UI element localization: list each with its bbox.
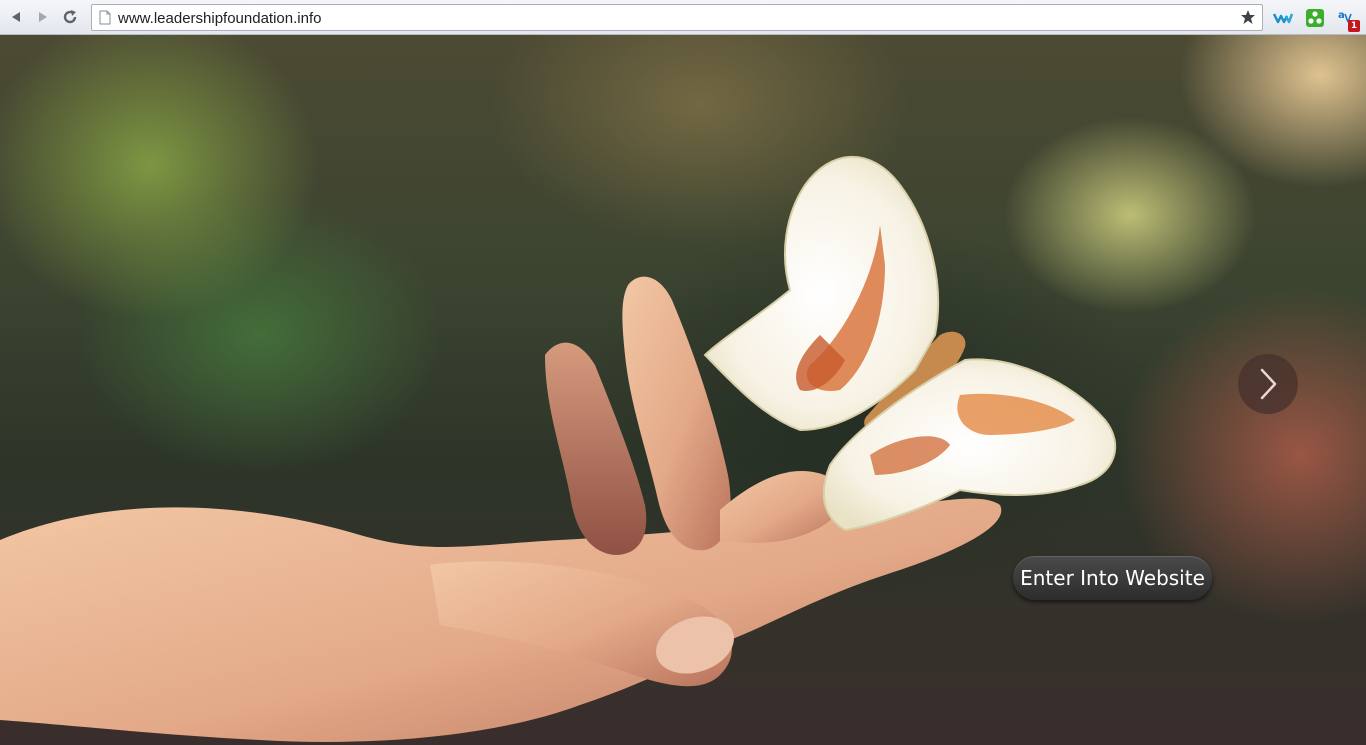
url-text: www.leadershipfoundation.info — [118, 10, 322, 27]
back-button[interactable] — [5, 6, 27, 28]
address-bar[interactable]: www.leadershipfoundation.info — [91, 4, 1263, 31]
extension-badge: 1 — [1348, 20, 1360, 32]
hand-with-butterfly-photo — [0, 155, 1117, 742]
svg-text:a: a — [1338, 10, 1345, 21]
translate-extension-button[interactable]: a 1 — [1336, 7, 1360, 32]
enter-website-button[interactable]: Enter Into Website — [1013, 556, 1212, 600]
back-arrow-icon — [12, 12, 20, 22]
bookmark-star-button[interactable] — [1239, 9, 1257, 27]
browser-toolbar: www.leadershipfoundation.info a 1 — [0, 0, 1366, 35]
green-extension-button[interactable] — [1304, 7, 1326, 29]
slider-next-button[interactable] — [1238, 354, 1298, 414]
star-icon — [1241, 10, 1255, 24]
reload-icon — [63, 10, 77, 24]
reload-button[interactable] — [59, 6, 81, 28]
forward-arrow-icon — [39, 12, 47, 22]
wave-extension-button[interactable] — [1272, 7, 1294, 29]
green-extension-icon — [1306, 9, 1324, 27]
forward-button[interactable] — [32, 6, 54, 28]
page-icon — [99, 10, 111, 25]
page-viewport: Enter Into Website — [0, 35, 1366, 745]
wave-extension-icon — [1273, 13, 1293, 24]
chevron-right-icon — [1260, 368, 1277, 400]
